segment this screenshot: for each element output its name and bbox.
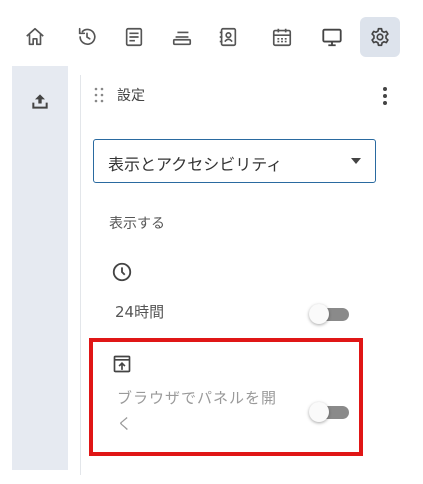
notes-icon[interactable]	[114, 17, 154, 57]
settings-panel: 設定 表示とアクセシビリティ 表示する 24時間 ブラウザでパネルを開 く	[80, 75, 401, 475]
open-panel-icon	[109, 351, 135, 377]
stack-icon[interactable]	[162, 17, 202, 57]
select-value: 表示とアクセシビリティ	[108, 155, 283, 174]
section-label: 表示する	[109, 216, 165, 232]
left-rail	[12, 66, 68, 470]
toggle-open-panel[interactable]	[309, 402, 351, 422]
toggle-thumb	[309, 304, 329, 324]
history-icon[interactable]	[67, 17, 107, 57]
more-vertical-icon[interactable]	[375, 83, 395, 109]
chevron-down-icon	[351, 158, 361, 164]
setting-label-open-panel-line2: く	[117, 415, 134, 433]
setting-label-24h: 24時間	[115, 303, 165, 321]
home-icon[interactable]	[15, 17, 55, 57]
contacts-icon[interactable]	[208, 17, 248, 57]
settings-icon[interactable]	[360, 17, 400, 57]
top-toolbar	[0, 0, 423, 74]
toggle-24h[interactable]	[309, 304, 351, 324]
panel-title: 設定	[117, 88, 145, 104]
upload-icon[interactable]	[27, 88, 53, 114]
setting-label-open-panel-line1: ブラウザでパネルを開	[117, 389, 278, 407]
display-icon[interactable]	[312, 17, 352, 57]
toggle-thumb	[309, 402, 329, 422]
calendar-icon[interactable]	[262, 17, 302, 57]
clock-icon	[109, 259, 135, 285]
drag-handle-icon[interactable]	[93, 86, 105, 104]
panel-header: 設定	[81, 75, 401, 117]
settings-category-select[interactable]: 表示とアクセシビリティ	[93, 139, 376, 183]
